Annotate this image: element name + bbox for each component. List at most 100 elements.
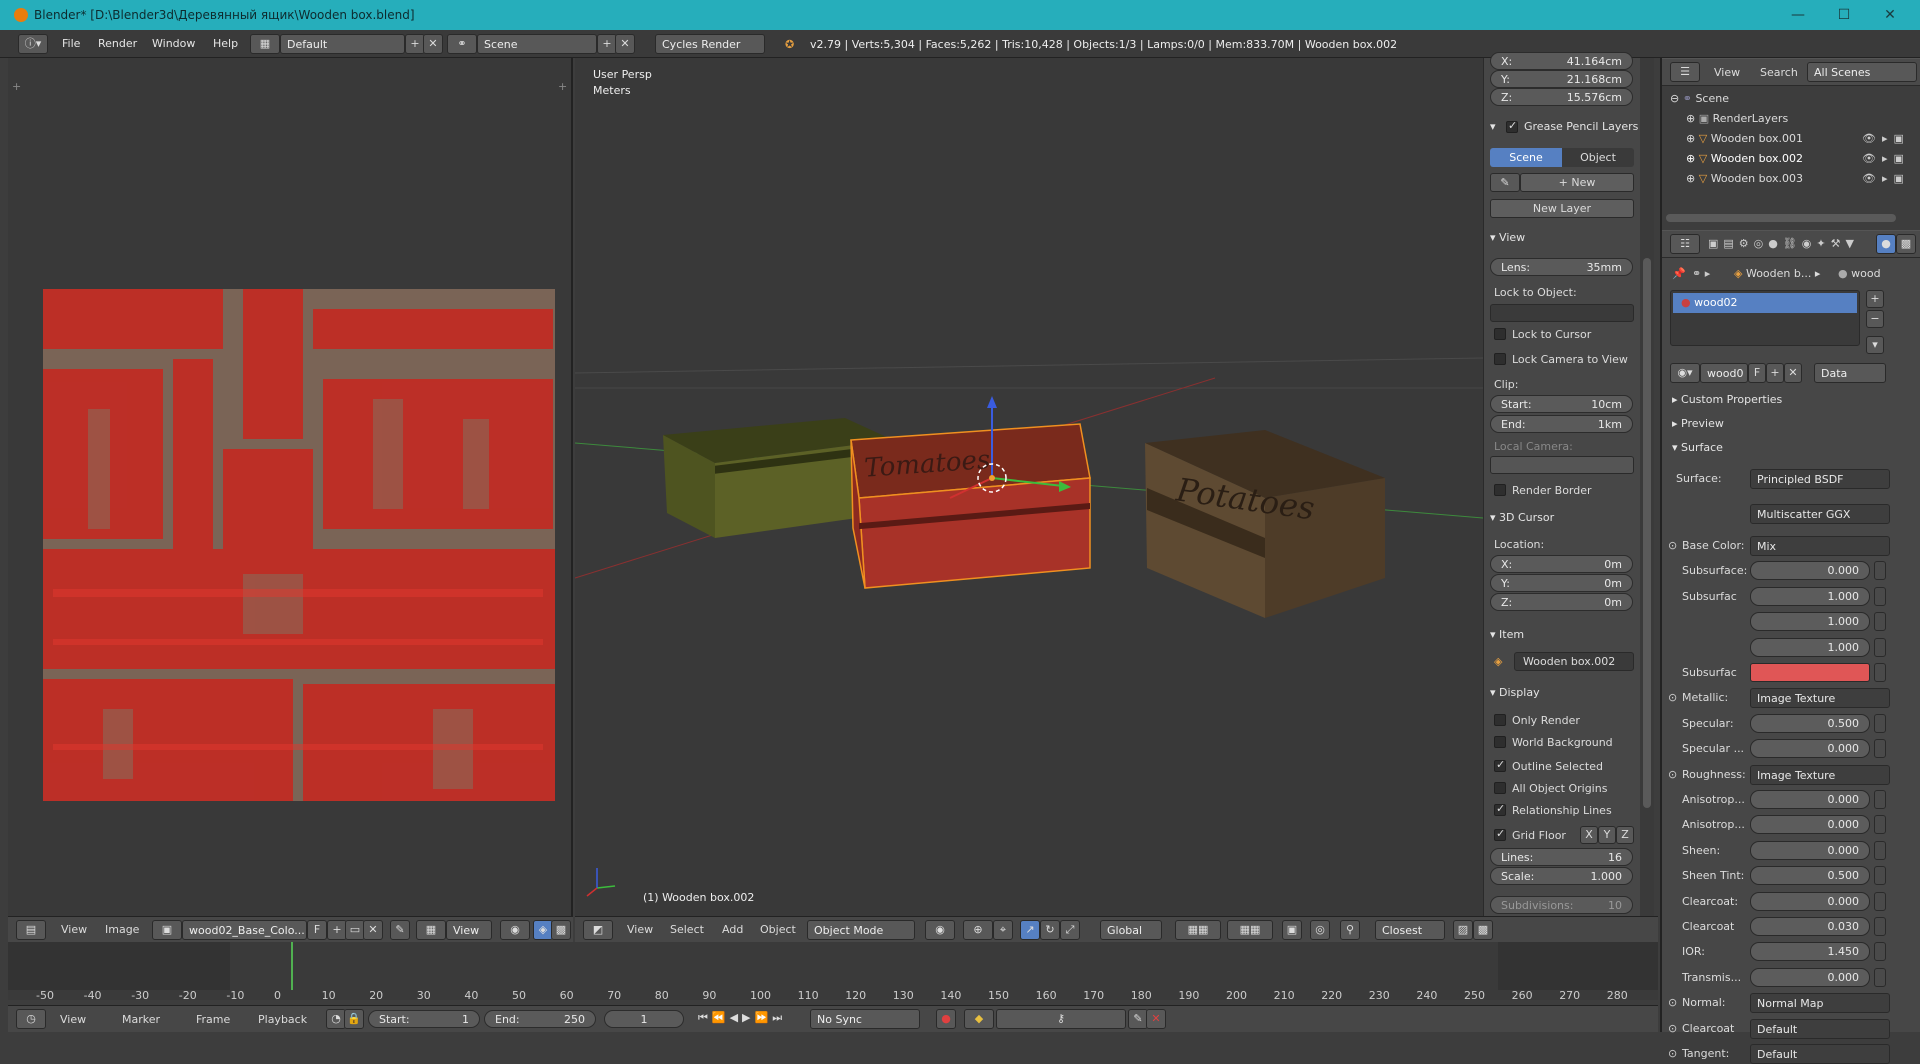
shader-input-value[interactable]: 0.030 bbox=[1750, 917, 1870, 936]
preview-range-icon[interactable]: ◔ bbox=[326, 1009, 346, 1029]
visibility-icons-1[interactable]: 👁▸▣ bbox=[1862, 132, 1910, 145]
lens-field[interactable]: Lens: 35mm bbox=[1490, 258, 1633, 276]
item-name-field[interactable]: Wooden box.002 bbox=[1514, 652, 1634, 671]
shader-input-value[interactable]: 0.000 bbox=[1750, 840, 1870, 860]
snap-toggle-icon[interactable]: ⚲ bbox=[1340, 920, 1360, 940]
end-frame-field[interactable]: End: 250 bbox=[484, 1010, 596, 1028]
node-link-button[interactable] bbox=[1874, 713, 1886, 733]
loc-y-field[interactable]: Y: 0m bbox=[1490, 574, 1633, 592]
timeline-playhead[interactable] bbox=[291, 942, 293, 990]
loc-x-field[interactable]: X: 0m bbox=[1490, 555, 1633, 573]
vp-menu-view[interactable]: View bbox=[627, 923, 653, 936]
node-link-button[interactable] bbox=[1874, 561, 1886, 581]
close-button[interactable]: ✕ bbox=[1867, 0, 1913, 30]
shader-input-value[interactable]: 0.000 bbox=[1750, 967, 1870, 987]
shader-input-value[interactable]: 1.450 bbox=[1750, 942, 1870, 962]
remove-slot-button[interactable]: − bbox=[1866, 310, 1884, 328]
socket-link-icon[interactable]: ⊙ bbox=[1668, 539, 1677, 552]
texture-tab-icon[interactable]: ▩ bbox=[1896, 234, 1916, 254]
node-link-button[interactable] bbox=[1874, 586, 1886, 606]
image-unlink-button[interactable]: ✕ bbox=[363, 920, 383, 940]
outliner-filter-dropdown[interactable]: All Scenes bbox=[1807, 62, 1917, 82]
orientation-dropdown[interactable]: Global bbox=[1100, 920, 1162, 940]
outliner-row-box-002[interactable]: ⊕ ▽ Wooden box.002 bbox=[1686, 152, 1803, 165]
remove-screen-button[interactable]: ✕ bbox=[423, 34, 443, 54]
editor-type-timeline-icon[interactable]: ◷ bbox=[16, 1009, 46, 1029]
screen-layout-dropdown[interactable]: Default bbox=[280, 34, 405, 54]
shader-input-value[interactable]: 1.000 bbox=[1750, 612, 1870, 632]
shading-icon[interactable]: ◉ bbox=[925, 920, 955, 940]
clip-end-field[interactable]: End: 1km bbox=[1490, 415, 1633, 433]
current-frame-field[interactable]: 1 bbox=[604, 1010, 684, 1028]
editor-type-3d-icon[interactable]: ◩ bbox=[583, 920, 613, 940]
pin-icon[interactable]: ✎ bbox=[390, 920, 410, 940]
context-tabs-icons[interactable]: ▣▤⚙◎●⛓◉✦⚒▼ bbox=[1708, 237, 1859, 250]
shader-input-dropdown[interactable]: Image Texture bbox=[1750, 688, 1890, 709]
screen-layout-icon[interactable]: ▦ bbox=[250, 34, 280, 54]
vp-menu-add[interactable]: Add bbox=[722, 923, 743, 936]
outliner-menu-search[interactable]: Search bbox=[1760, 66, 1798, 79]
node-link-button[interactable] bbox=[1874, 942, 1886, 962]
snap-target-dropdown[interactable]: Closest bbox=[1375, 920, 1445, 940]
render-engine-dropdown[interactable]: Cycles Render bbox=[655, 34, 765, 54]
add-screen-button[interactable]: + bbox=[405, 34, 425, 54]
outliner-menu-view[interactable]: View bbox=[1714, 66, 1740, 79]
outliner-row-scene[interactable]: ⊖ ⚭ Scene bbox=[1670, 92, 1729, 105]
shader-input-value[interactable]: 0.000 bbox=[1750, 891, 1870, 911]
grid-subdiv-field[interactable]: Subdivisions: 10 bbox=[1490, 896, 1633, 914]
sidebar-scrollbar[interactable] bbox=[1640, 58, 1654, 916]
grease-new-button[interactable]: + New bbox=[1520, 173, 1634, 192]
insert-key-icon[interactable]: ✎ bbox=[1128, 1009, 1148, 1029]
sidebar-scroll-thumb[interactable] bbox=[1643, 258, 1651, 808]
socket-link-icon[interactable]: ⊙ bbox=[1668, 996, 1677, 1009]
material-fake-user-button[interactable]: F bbox=[1748, 363, 1766, 383]
rotate-icon[interactable]: ↻ bbox=[1040, 920, 1060, 940]
shader-input-dropdown[interactable]: Normal Map bbox=[1750, 993, 1890, 1014]
material-unlink-button[interactable]: ✕ bbox=[1784, 363, 1802, 383]
node-link-button[interactable] bbox=[1874, 866, 1886, 886]
expand-sidebar-icon[interactable]: + bbox=[558, 80, 567, 93]
preview-section[interactable]: ▸ Preview bbox=[1672, 417, 1724, 430]
expand-toolshelf-icon[interactable]: + bbox=[12, 80, 21, 93]
node-link-button[interactable] bbox=[1874, 917, 1886, 936]
shader-input-value[interactable]: 1.000 bbox=[1750, 637, 1870, 657]
editor-type-image-icon[interactable]: ▤ bbox=[16, 920, 46, 940]
grease-pencil-checkbox[interactable] bbox=[1506, 119, 1518, 133]
render-border-checkbox[interactable] bbox=[1494, 484, 1506, 496]
material-new-button[interactable]: + bbox=[1766, 363, 1784, 383]
shader-input-dropdown[interactable]: Image Texture bbox=[1750, 764, 1890, 785]
socket-link-icon[interactable]: ⊙ bbox=[1668, 1022, 1677, 1035]
uv-view-dropdown[interactable]: View bbox=[446, 920, 492, 940]
grid-floor-checkbox[interactable] bbox=[1494, 827, 1506, 841]
grid-axis-x-toggle[interactable]: X bbox=[1580, 826, 1598, 844]
node-link-button[interactable] bbox=[1874, 815, 1886, 835]
lock-layers-icon[interactable]: ▣ bbox=[1282, 920, 1302, 940]
slot-menu-button[interactable]: ▾ bbox=[1866, 336, 1884, 354]
image-new-button[interactable]: + bbox=[327, 920, 347, 940]
cursor-x-field[interactable]: X: 41.164cm bbox=[1490, 52, 1633, 70]
item-section-header[interactable]: ▾ Item bbox=[1490, 628, 1524, 641]
opengl-render-icon[interactable]: ▨ bbox=[1453, 920, 1473, 940]
uv-menu-view[interactable]: View bbox=[61, 923, 87, 936]
uv-menu-image[interactable]: Image bbox=[105, 923, 139, 936]
keying-set-field[interactable]: ⚷ bbox=[996, 1009, 1126, 1029]
layers-grid-1-icon[interactable]: ▦▦ bbox=[1175, 920, 1221, 940]
node-link-button[interactable] bbox=[1874, 790, 1886, 809]
lock-to-cursor-checkbox[interactable] bbox=[1494, 328, 1506, 340]
scale-icon[interactable]: ⤢ bbox=[1060, 920, 1080, 940]
socket-link-icon[interactable]: ⊙ bbox=[1668, 1047, 1677, 1060]
custom-props-section[interactable]: ▸ Custom Properties bbox=[1672, 393, 1782, 406]
node-link-button[interactable] bbox=[1874, 891, 1886, 911]
playback-controls[interactable]: ⏮⏪◀▶⏩⏭ bbox=[698, 1011, 786, 1025]
outliner-row-renderlayers[interactable]: ⊕ ▣ RenderLayers bbox=[1686, 112, 1788, 125]
alpha-icon[interactable]: ▩ bbox=[551, 920, 571, 940]
vp-menu-select[interactable]: Select bbox=[670, 923, 704, 936]
loc-z-field[interactable]: Z: 0m bbox=[1490, 593, 1633, 611]
outline-selected-checkbox[interactable] bbox=[1494, 758, 1506, 772]
start-frame-field[interactable]: Start: 1 bbox=[368, 1010, 480, 1028]
outliner-row-box-003[interactable]: ⊕ ▽ Wooden box.003 bbox=[1686, 172, 1803, 185]
outliner-row-box-001[interactable]: ⊕ ▽ Wooden box.001 bbox=[1686, 132, 1803, 145]
surface-section[interactable]: ▾ Surface bbox=[1672, 441, 1723, 454]
editor-type-info-icon[interactable]: ⓘ▾ bbox=[18, 34, 48, 54]
socket-link-icon[interactable]: ⊙ bbox=[1668, 768, 1677, 781]
